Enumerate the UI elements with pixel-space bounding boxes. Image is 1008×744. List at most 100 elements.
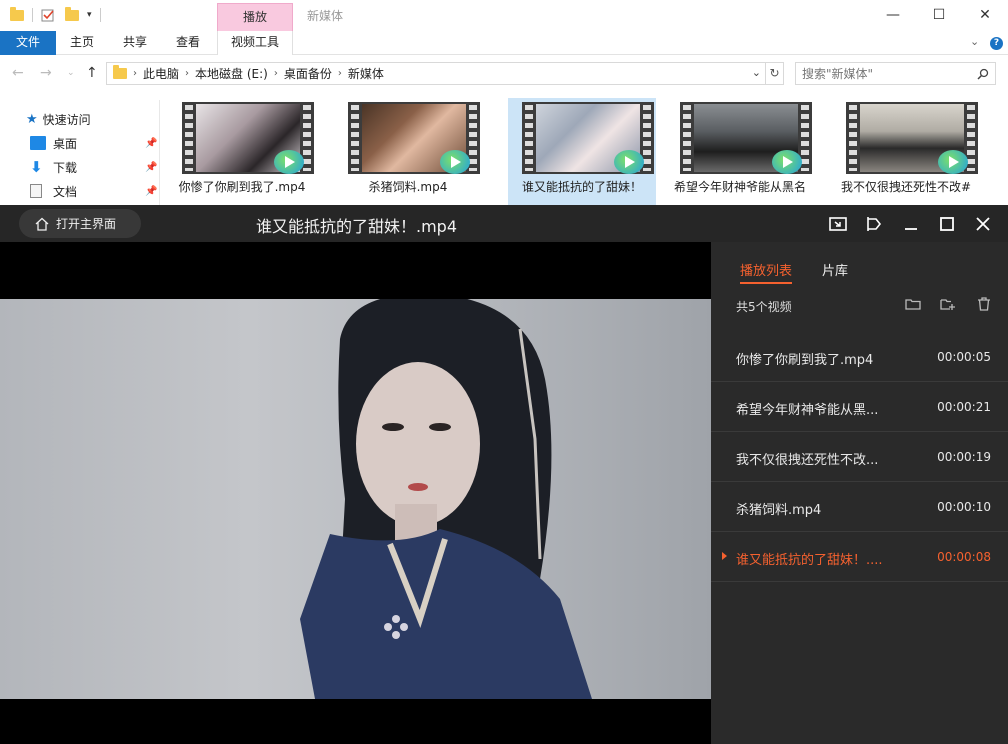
help-icon[interactable]: ? xyxy=(990,37,1003,50)
playlist-item[interactable]: 你惨了你刷到我了.mp4 00:00:05 xyxy=(711,332,1008,382)
open-folder-icon[interactable] xyxy=(905,297,921,311)
file-name: 希望今年财神爷能从黑名 xyxy=(673,180,806,194)
file-name: 谁又能抵抗的了甜妹！ xyxy=(521,180,642,194)
file-grid: 你惨了你刷到我了.mp4 杀猪饲料.mp4 谁又能抵抗的了甜妹！ 希望今年财神爷… xyxy=(168,98,1008,205)
playlist-item-name: 你惨了你刷到我了.mp4 xyxy=(736,353,874,368)
play-badge-icon xyxy=(440,150,470,174)
recent-locations-icon[interactable]: ⌄ xyxy=(67,68,75,78)
breadcrumb-item[interactable]: 桌面备份 xyxy=(284,65,332,82)
minimize-button[interactable]: — xyxy=(870,4,916,26)
search-input[interactable] xyxy=(796,63,966,84)
file-item[interactable]: 希望今年财神爷能从黑名 xyxy=(666,98,814,205)
home-icon xyxy=(35,217,49,231)
pin-icon[interactable]: 📌 xyxy=(145,162,157,173)
video-title: 谁又能抵抗的了甜妹！.mp4 xyxy=(256,217,458,236)
quick-access-toolbar: ▾ xyxy=(10,6,101,24)
download-arrow-icon: ⬇ xyxy=(30,158,43,176)
close-icon[interactable] xyxy=(972,213,994,235)
player-titlebar: 打开主界面 谁又能抵抗的了甜妹！.mp4 xyxy=(0,205,1008,242)
back-arrow-icon[interactable]: ← xyxy=(12,65,24,81)
open-main-interface-button[interactable]: 打开主界面 xyxy=(19,209,141,238)
maximize-icon[interactable] xyxy=(936,213,958,235)
breadcrumb-separator[interactable]: › xyxy=(338,68,342,79)
breadcrumb-item[interactable]: 本地磁盘 (E:) xyxy=(195,65,268,82)
address-dropdown-icon[interactable]: ⌄ xyxy=(752,66,761,79)
nav-item-desktop[interactable]: 桌面 xyxy=(30,134,77,152)
file-item[interactable]: 杀猪饲料.mp4 xyxy=(334,98,482,205)
explorer-titlebar: ▾ 播放 新媒体 — ☐ ✕ xyxy=(0,0,1008,31)
playlist-item-duration: 00:00:08 xyxy=(937,550,991,564)
playlist-item-duration: 00:00:19 xyxy=(937,450,991,464)
nav-item-label: 下载 xyxy=(53,160,78,175)
video-still-image xyxy=(300,299,592,699)
folder-icon xyxy=(10,6,24,21)
breadcrumb-separator[interactable]: › xyxy=(185,68,189,79)
pin-icon[interactable]: 📌 xyxy=(145,138,157,149)
tab-video-tools[interactable]: 视频工具 xyxy=(217,31,293,55)
nav-item-label: 快速访问 xyxy=(42,112,91,127)
playlist-item-duration: 00:00:21 xyxy=(937,400,991,414)
forward-arrow-icon[interactable]: → xyxy=(40,65,52,81)
file-item[interactable]: 你惨了你刷到我了.mp4 xyxy=(168,98,316,205)
home-button-label: 打开主界面 xyxy=(56,217,117,231)
search-icon[interactable] xyxy=(977,68,989,80)
video-player-window: 打开主界面 谁又能抵抗的了甜妹！.mp4 播放列表 片库 共5个视频 你惨了你刷… xyxy=(0,205,1008,744)
tab-file[interactable]: 文件 xyxy=(0,31,56,55)
navigation-pane: ★ 快速访问 桌面 📌 ⬇ 下载 📌 文档 📌 xyxy=(0,100,160,205)
desktop-icon xyxy=(30,136,46,150)
maximize-button[interactable]: ☐ xyxy=(916,4,962,26)
trash-icon[interactable] xyxy=(976,297,992,311)
refresh-icon[interactable]: ↻ xyxy=(766,62,784,85)
file-item[interactable]: 我不仅很拽还死性不改# xyxy=(832,98,980,205)
divider xyxy=(32,8,33,22)
divider xyxy=(99,8,101,22)
nav-item-label: 桌面 xyxy=(53,136,78,151)
address-row: ← → ⌄ ↑ › 此电脑 › 本地磁盘 (E:) › 桌面备份 › 新媒体 ⌄… xyxy=(0,60,1008,88)
nav-item-downloads[interactable]: ⬇ 下载 xyxy=(30,158,77,176)
playlist-panel: 播放列表 片库 共5个视频 你惨了你刷到我了.mp4 00:00:05 希望今年… xyxy=(711,242,1008,744)
search-box[interactable] xyxy=(795,62,996,85)
video-viewport[interactable] xyxy=(0,242,711,744)
contextual-tab-play[interactable]: 播放 xyxy=(217,3,293,31)
nav-item-label: 文档 xyxy=(53,184,78,199)
pin-on-top-icon[interactable] xyxy=(863,213,885,235)
address-bar[interactable]: › 此电脑 › 本地磁盘 (E:) › 桌面备份 › 新媒体 ⌄ xyxy=(106,62,766,85)
mini-mode-icon[interactable] xyxy=(827,213,849,235)
expand-ribbon-icon[interactable]: ⌄ xyxy=(970,35,979,48)
playlist-item-name: 谁又能抵抗的了甜妹！.... xyxy=(736,553,883,568)
tab-view[interactable]: 查看 xyxy=(169,31,207,55)
playlist-item-now-playing[interactable]: 谁又能抵抗的了甜妹！.... 00:00:08 xyxy=(711,532,1008,582)
folder-icon xyxy=(113,65,127,79)
tab-library[interactable]: 片库 xyxy=(822,260,848,279)
window-title: 新媒体 xyxy=(307,9,344,23)
tab-home[interactable]: 主页 xyxy=(63,31,101,55)
breadcrumb-separator[interactable]: › xyxy=(274,68,278,79)
nav-item-quick-access[interactable]: ★ 快速访问 xyxy=(26,110,91,128)
minimize-icon[interactable] xyxy=(900,213,922,235)
file-item-selected[interactable]: 谁又能抵抗的了甜妹！ xyxy=(508,98,656,205)
properties-icon[interactable] xyxy=(41,8,55,22)
breadcrumb-item[interactable]: 此电脑 xyxy=(143,65,179,82)
breadcrumb-separator[interactable]: › xyxy=(133,68,137,79)
breadcrumb-item[interactable]: 新媒体 xyxy=(348,65,384,82)
play-badge-icon xyxy=(274,150,304,174)
play-badge-icon xyxy=(772,150,802,174)
close-button[interactable]: ✕ xyxy=(962,4,1008,26)
playlist-item[interactable]: 杀猪饲料.mp4 00:00:10 xyxy=(711,482,1008,532)
add-file-icon[interactable] xyxy=(940,297,956,311)
up-arrow-icon[interactable]: ↑ xyxy=(86,65,98,81)
nav-item-documents[interactable]: 文档 xyxy=(30,182,77,200)
play-badge-icon xyxy=(614,150,644,174)
new-folder-icon[interactable] xyxy=(65,6,79,21)
pin-icon[interactable]: 📌 xyxy=(145,186,157,197)
tab-playlist[interactable]: 播放列表 xyxy=(740,260,792,279)
customize-toolbar-dropdown-icon[interactable]: ▾ xyxy=(87,10,92,20)
video-frame[interactable] xyxy=(0,299,711,699)
playlist-item[interactable]: 希望今年财神爷能从黑... 00:00:21 xyxy=(711,382,1008,432)
play-badge-icon xyxy=(938,150,968,174)
video-count: 共5个视频 xyxy=(736,300,792,314)
ribbon-tabs: 文件 主页 共享 查看 视频工具 ⌄ ? xyxy=(0,31,1008,55)
playlist-item[interactable]: 我不仅很拽还死性不改... 00:00:19 xyxy=(711,432,1008,482)
tab-share[interactable]: 共享 xyxy=(115,31,155,55)
playlist: 你惨了你刷到我了.mp4 00:00:05 希望今年财神爷能从黑... 00:0… xyxy=(711,332,1008,582)
